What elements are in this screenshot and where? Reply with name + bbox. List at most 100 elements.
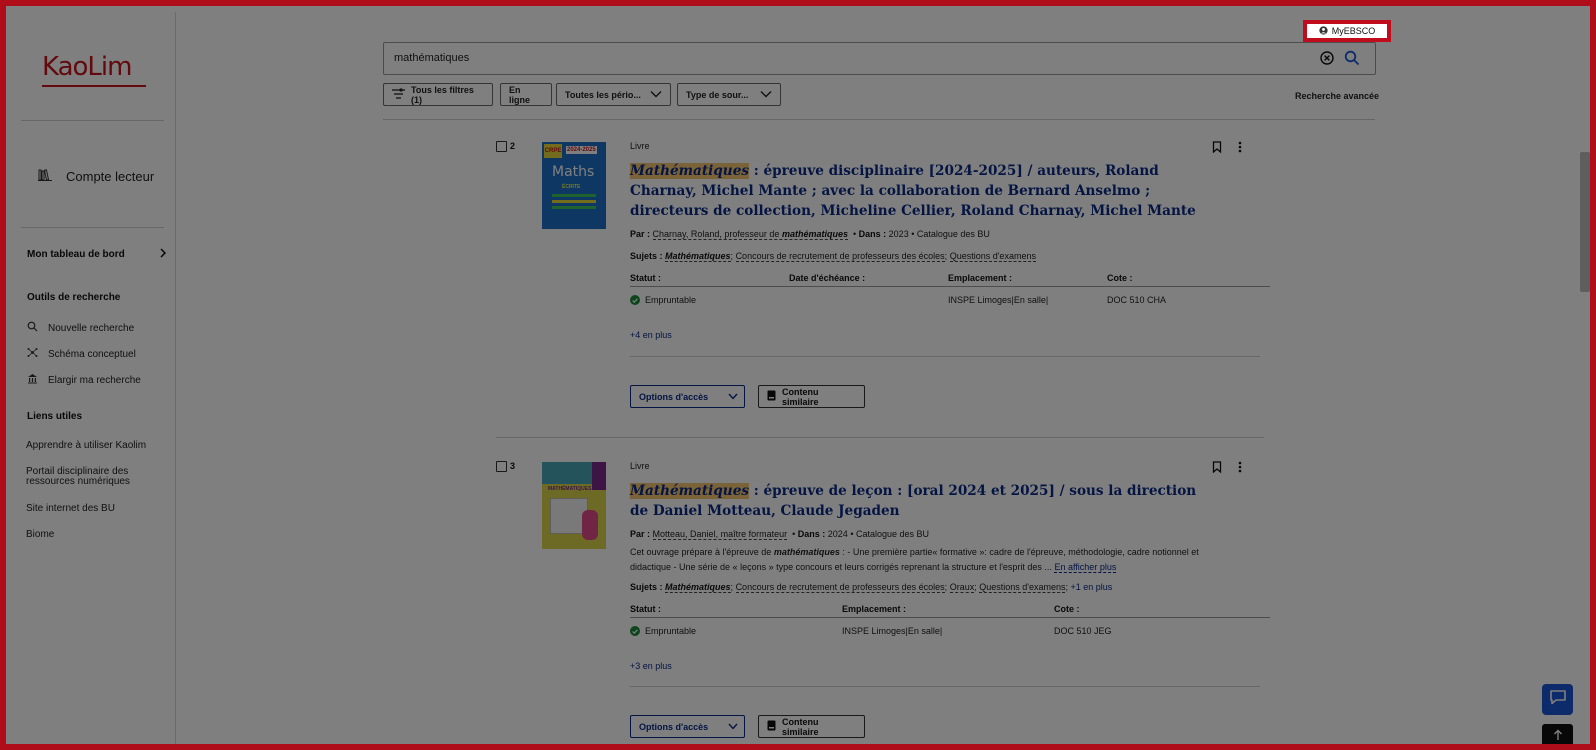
kaolim-logo[interactable]: KaoLim	[42, 52, 132, 82]
access-options-button[interactable]: Options d'accès	[630, 385, 745, 408]
subject-link[interactable]: Mathématiques	[665, 251, 731, 262]
all-filters-label: Tous les filtres (1)	[411, 84, 474, 105]
author-link[interactable]: Charnay, Roland, professeur de mathémati…	[652, 229, 848, 240]
chevron-down-icon	[760, 90, 772, 100]
cover-band	[592, 462, 606, 490]
abstract-emphasis: mathématiques	[773, 547, 840, 557]
chevron-down-icon	[728, 722, 738, 732]
chevron-right-icon	[159, 248, 167, 261]
dashboard-label: Mon tableau de bord	[27, 249, 125, 260]
subjects-label: Sujets :	[630, 251, 663, 261]
new-search-link[interactable]: Nouvelle recherche	[27, 321, 134, 335]
availability-status: Empruntable	[630, 626, 696, 636]
more-options-icon[interactable]	[1238, 460, 1242, 478]
call-number: DOC 510 CHA	[1107, 295, 1167, 305]
concept-map-link[interactable]: Schéma conceptuel	[27, 347, 136, 361]
result-number: 2	[510, 141, 516, 151]
link-learn-kaolim[interactable]: Apprendre à utiliser Kaolim	[26, 441, 156, 451]
author-text: Charnay, Roland, professeur de	[652, 229, 780, 239]
catalog-name: Catalogue des BU	[916, 229, 990, 239]
holdings-header: Cote :	[1107, 273, 1133, 283]
book-cover[interactable]: CRPE 2024-2025 Maths ÉCRITE	[542, 142, 606, 229]
sidebar-divider	[21, 120, 164, 121]
advanced-search-link[interactable]: Recherche avancée	[1295, 91, 1379, 101]
concept-map-label: Schéma conceptuel	[48, 348, 136, 360]
dashboard-link[interactable]: Mon tableau de bord	[27, 248, 167, 261]
select-checkbox[interactable]	[496, 141, 507, 152]
cover-title: Maths	[552, 164, 595, 180]
result-title-link[interactable]: Mathématiques : épreuve de leçon : [oral…	[630, 481, 1200, 521]
author-link[interactable]: Motteau, Daniel, maître formateur	[652, 529, 788, 540]
more-holdings-link[interactable]: +3 en plus	[630, 661, 672, 671]
more-options-icon[interactable]	[1238, 140, 1242, 158]
check-circle-icon	[630, 626, 640, 636]
status-text: Empruntable	[645, 626, 697, 636]
cover-stripe	[552, 206, 596, 209]
user-circle-icon	[1319, 25, 1328, 37]
holdings-header: Emplacement :	[842, 604, 907, 614]
link-biome[interactable]: Biome	[26, 530, 156, 540]
useful-links-title: Liens utiles	[27, 411, 83, 422]
result-abstract: Cet ouvrage prépare à l'épreuve de mathé…	[630, 545, 1220, 575]
result-title-link[interactable]: Mathématiques : épreuve disciplinaire [2…	[630, 161, 1200, 221]
location-text: INSPE Limoges|En salle|	[842, 626, 943, 636]
cover-title: MATHÉMATIQUES	[548, 486, 592, 492]
chevron-down-icon	[650, 90, 662, 100]
chat-bubble-icon	[1549, 689, 1567, 710]
account-link[interactable]: Compte lecteur	[38, 169, 154, 184]
bookmark-icon[interactable]	[1212, 140, 1222, 158]
chat-button[interactable]	[1542, 684, 1573, 715]
select-checkbox[interactable]	[496, 461, 507, 472]
scrollbar-thumb[interactable]	[1580, 152, 1590, 292]
tools-title: Outils de recherche	[27, 292, 121, 303]
status-text: Empruntable	[645, 295, 697, 305]
subject-link[interactable]: Questions d'examens	[949, 251, 1036, 262]
clear-search-icon[interactable]	[1320, 51, 1334, 65]
book-cover[interactable]: MATHÉMATIQUES	[542, 462, 606, 549]
broaden-search-label: Elargir ma recherche	[48, 374, 141, 386]
subjects-label: Sujets :	[630, 582, 663, 592]
more-holdings-link[interactable]: +4 en plus	[630, 330, 672, 340]
show-more-link[interactable]: En afficher plus	[1054, 562, 1117, 573]
search-bar[interactable]: mathématiques	[383, 42, 1376, 75]
all-filters-button[interactable]: Tous les filtres (1)	[383, 83, 493, 106]
myebsco-button-highlighted[interactable]: MyEBSCO	[1303, 20, 1391, 42]
result-type: Livre	[630, 461, 650, 471]
sidebar: KaoLim Compte lecteur Mon tableau de bor…	[12, 12, 176, 744]
more-subjects-link[interactable]: +1 en plus	[1071, 582, 1113, 592]
par-label: Par :	[630, 529, 651, 539]
similar-content-button[interactable]: Contenu similaire	[758, 715, 865, 738]
subject-link[interactable]: Concours de recrutement de professeurs d…	[735, 251, 945, 262]
publication-year: 2023	[888, 229, 909, 239]
broaden-search-link[interactable]: Elargir ma recherche	[27, 373, 141, 387]
similar-content-button[interactable]: Contenu similaire	[758, 385, 865, 408]
search-input[interactable]: mathématiques	[394, 52, 469, 64]
cover-year: 2024-2025	[566, 146, 597, 154]
subject-link[interactable]: Questions d'examens	[979, 582, 1066, 593]
back-to-top-button[interactable]	[1542, 724, 1573, 744]
source-type-filter-dropdown[interactable]: Type de sour...	[677, 83, 781, 106]
call-number: DOC 510 JEG	[1054, 626, 1112, 636]
result-author-line: Par : Charnay, Roland, professeur de mat…	[630, 229, 990, 240]
holdings-header: Cote :	[1054, 604, 1080, 614]
bookmark-icon[interactable]	[1212, 460, 1222, 478]
access-options-button[interactable]: Options d'accès	[630, 715, 745, 738]
chevron-down-icon	[728, 392, 738, 402]
subject-link[interactable]: Mathématiques	[665, 582, 731, 593]
online-filter-button[interactable]: En ligne	[500, 83, 552, 106]
period-filter-dropdown[interactable]: Toutes les pério...	[556, 83, 671, 106]
holdings-table: Statut : Date d'échéance : Emplacement :…	[630, 273, 1270, 313]
link-portal-resources[interactable]: Portail disciplinaire des ressources num…	[26, 467, 156, 487]
myebsco-label: MyEBSCO	[1331, 26, 1376, 36]
location-text: INSPE Limoges|En salle|	[948, 295, 1049, 305]
subject-link[interactable]: Concours de recrutement de professeurs d…	[735, 582, 945, 593]
search-submit-icon[interactable]	[1344, 50, 1360, 66]
result-actions	[1212, 140, 1242, 158]
subject-link[interactable]: Oraux	[949, 582, 975, 593]
arrow-up-icon	[1553, 728, 1563, 744]
result-subjects-line: Sujets : Mathématiques; Concours de recr…	[630, 582, 1113, 593]
cover-badge: CRPE	[544, 144, 562, 158]
link-bu-website[interactable]: Site internet des BU	[26, 504, 156, 514]
holdings-header: Statut :	[630, 604, 661, 614]
results-separator	[496, 437, 1264, 438]
